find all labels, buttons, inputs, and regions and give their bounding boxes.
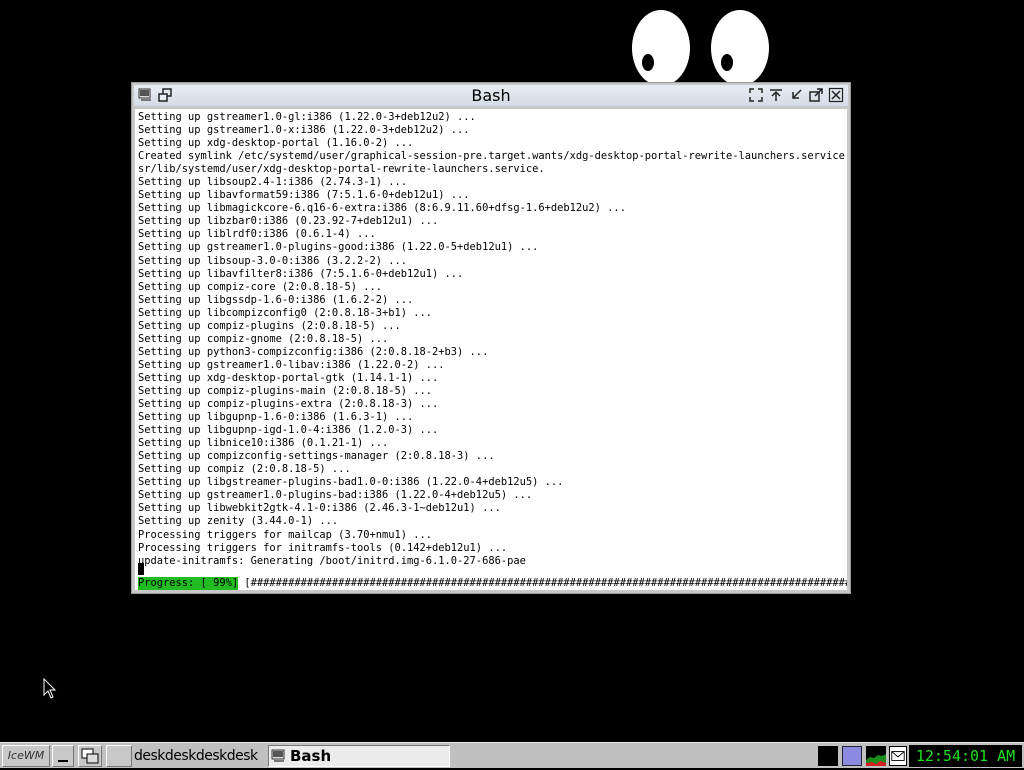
window-title: Bash: [471, 86, 511, 105]
terminal-line: Setting up xdg-desktop-portal-gtk (1.14.…: [138, 371, 439, 384]
xeyes-right-eye: [711, 10, 769, 86]
terminal-line: Setting up liblrdf0:i386 (0.6.1-4) ...: [138, 228, 376, 241]
rollup-icon[interactable]: [768, 87, 784, 103]
xeyes-left-eye: [632, 10, 690, 86]
terminal-line: Setting up libwebkit2gtk-4.1-0:i386 (2.4…: [138, 502, 501, 515]
workspace-3[interactable]: desk: [196, 745, 227, 767]
workspace-1[interactable]: desk: [134, 745, 165, 767]
start-menu-button[interactable]: IceWM: [2, 745, 50, 767]
blank-button[interactable]: [106, 745, 132, 767]
progress-label: Progress: [ 99%]: [138, 577, 239, 590]
terminal-line: Processing triggers for initramfs-tools …: [138, 541, 508, 554]
terminal-line: Setting up zenity (3.44.0-1) ...: [138, 515, 339, 528]
terminal-line: Setting up libgssdp-1.6-0:i386 (1.6.2-2)…: [138, 293, 414, 306]
terminal-line: Setting up compiz (2:0.8.18-5) ...: [138, 463, 351, 476]
terminal-line: Setting up gstreamer1.0-x:i386 (1.22.0-3…: [138, 124, 470, 137]
tray-cpu-monitor[interactable]: [818, 746, 838, 766]
terminal-cursor: [138, 563, 144, 575]
show-desktop-button[interactable]: [52, 745, 74, 767]
terminal-line: Setting up python3-compizconfig:i386 (2:…: [138, 345, 489, 358]
terminal-line: Setting up compiz-plugins (2:0.8.18-5) .…: [138, 319, 401, 332]
mouse-pointer-icon: [43, 678, 57, 699]
terminal-line: Setting up gstreamer1.0-plugins-bad:i386…: [138, 489, 533, 502]
terminal-area[interactable]: Setting up gstreamer1.0-gl:i386 (1.22.0-…: [135, 109, 847, 590]
terminal-line: Setting up libgstreamer-plugins-bad1.0-0…: [138, 476, 564, 489]
terminal-icon: [271, 749, 285, 762]
terminal-output: Setting up gstreamer1.0-gl:i386 (1.22.0-…: [135, 109, 847, 568]
terminal-line: Setting up libgupnp-1.6-0:i386 (1.6.3-1)…: [138, 411, 414, 424]
terminal-line: Setting up libmagickcore-6.q16-6-extra:i…: [138, 202, 626, 215]
terminal-line: Setting up libavformat59:i386 (7:5.1.6-0…: [138, 189, 470, 202]
terminal-line: Setting up compiz-core (2:0.8.18-5) ...: [138, 280, 382, 293]
terminal-line: Setting up gstreamer1.0-plugins-good:i38…: [138, 241, 539, 254]
terminal-line: Setting up compizconfig-settings-manager…: [138, 450, 495, 463]
terminal-line: Setting up compiz-gnome (2:0.8.18-5) ...: [138, 332, 389, 345]
terminal-line: Created symlink /etc/systemd/user/graphi…: [138, 150, 845, 163]
workspace-2[interactable]: desk: [165, 745, 196, 767]
minimize-all-icon: [58, 760, 68, 762]
terminal-line: sr/lib/systemd/user/xdg-desktop-portal-r…: [138, 163, 545, 176]
taskbar-item-bash[interactable]: Bash: [268, 745, 450, 767]
window-list-icon: [81, 748, 99, 764]
terminal-line: update-initramfs: Generating /boot/initr…: [138, 554, 526, 567]
minimize-icon[interactable]: [788, 87, 804, 103]
workspace-4[interactable]: desk: [227, 745, 258, 767]
terminal-line: Setting up libsoup-3.0-0:i386 (3.2.2-2) …: [138, 254, 407, 267]
mail-icon[interactable]: [889, 746, 907, 766]
terminal-line: Setting up libzbar0:i386 (0.23.92-7+deb1…: [138, 215, 439, 228]
window-list-button[interactable]: [78, 745, 102, 767]
window-titlebar[interactable]: Bash: [134, 85, 848, 106]
tray-network-monitor[interactable]: [842, 746, 862, 766]
progress-row: Progress: [ 99%] [######################…: [138, 577, 847, 590]
terminal-line: Setting up xdg-desktop-portal (1.16.0-2)…: [138, 137, 414, 150]
progress-bar: [#######################################…: [238, 577, 847, 589]
fullscreen-icon[interactable]: [748, 87, 764, 103]
bash-window[interactable]: Bash Setting up gstreamer1.0-gl:i386 (1.…: [131, 82, 851, 594]
terminal-line: Setting up libgupnp-igd-1.0-4:i386 (1.2.…: [138, 424, 439, 437]
terminal-line: Setting up gstreamer1.0-gl:i386 (1.22.0-…: [138, 111, 476, 123]
terminal-line: Setting up compiz-plugins-extra (2:0.8.1…: [138, 398, 439, 411]
taskbar-item-label: Bash: [290, 747, 332, 765]
terminal-line: Setting up libnice10:i386 (0.1.21-1) ...: [138, 437, 389, 450]
tray-load-graph-icon[interactable]: [866, 746, 886, 766]
taskbar: IceWM desk desk desk desk Bash 12:54:01 …: [0, 742, 1024, 768]
terminal-line: Setting up libavfilter8:i386 (7:5.1.6-0+…: [138, 267, 464, 280]
terminal-line: Setting up gstreamer1.0-libav:i386 (1.22…: [138, 358, 445, 371]
terminal-line: Setting up libsoup2.4-1:i386 (2.74.3-1) …: [138, 176, 407, 189]
terminal-line: Setting up compiz-plugins-main (2:0.8.18…: [138, 384, 433, 397]
maximize-icon[interactable]: [808, 87, 824, 103]
terminal-line: Processing triggers for mailcap (3.70+nm…: [138, 528, 433, 541]
clock[interactable]: 12:54:01 AM: [909, 745, 1022, 767]
xeyes-right-pupil: [721, 54, 733, 71]
xeyes-left-pupil: [642, 54, 654, 71]
workspace-switcher[interactable]: desk desk desk desk: [134, 745, 264, 767]
close-icon[interactable]: [828, 87, 844, 103]
terminal-line: Setting up libcompizconfig0 (2:0.8.18-3+…: [138, 306, 433, 319]
